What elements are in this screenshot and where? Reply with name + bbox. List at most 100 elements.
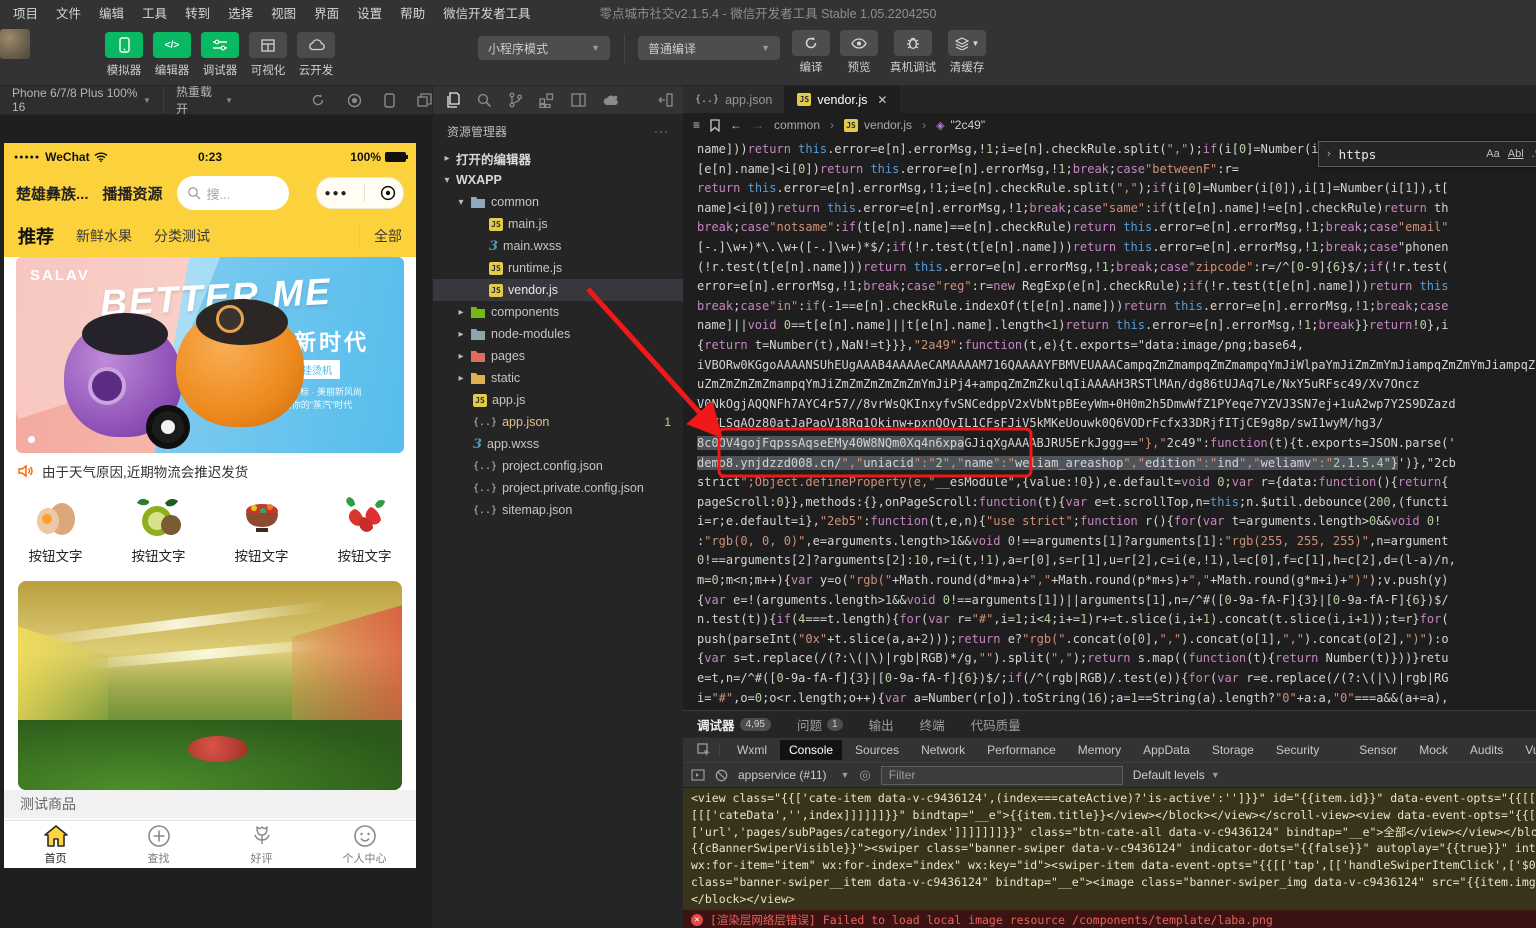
devtools-tab-performance[interactable]: Performance [978, 740, 1065, 760]
tree-item-project-config[interactable]: {..} project.config.json [433, 455, 683, 477]
tab-vendor-js[interactable]: JS vendor.js ✕ [785, 86, 901, 113]
quick-button-3[interactable]: 按钮文字 [210, 495, 313, 575]
devtools-tab-audits[interactable]: Audits [1461, 740, 1512, 760]
panel-tab-output[interactable]: 输出 [869, 715, 894, 734]
devtools-tab-sensor[interactable]: Sensor [1350, 740, 1406, 760]
tree-item-main-js[interactable]: JS main.js [433, 213, 683, 235]
compile-button[interactable]: 编译 [788, 30, 834, 75]
breadcrumb-file[interactable]: JS vendor.js [844, 118, 912, 132]
tabbar-search[interactable]: 查找 [107, 821, 210, 868]
devtools-tab-network[interactable]: Network [912, 740, 974, 760]
user-avatar[interactable] [0, 29, 30, 59]
forward-arrow-icon[interactable]: → [752, 118, 764, 132]
device-frame-icon[interactable] [384, 92, 395, 108]
editor-toggle-button[interactable]: </> 编辑器 [152, 32, 192, 78]
tree-item-node-modules[interactable]: ▸ node-modules [433, 323, 683, 345]
menu-interface[interactable]: 界面 [305, 3, 348, 22]
tabbar-profile[interactable]: 个人中心 [313, 821, 416, 868]
menu-devtools[interactable]: 微信开发者工具 [434, 3, 540, 22]
multi-window-icon[interactable] [417, 93, 432, 107]
menu-help[interactable]: 帮助 [391, 3, 434, 22]
tree-item-components[interactable]: ▸ components [433, 301, 683, 323]
devtools-tab-security[interactable]: Security [1267, 740, 1328, 760]
devtools-tab-memory[interactable]: Memory [1069, 740, 1130, 760]
notice-bar[interactable]: 由于天气原因,近期物流会推迟发货 [4, 453, 416, 489]
tree-item-vendor-js[interactable]: JS vendor.js [433, 279, 683, 301]
mode-dropdown[interactable]: 小程序模式 ▼ [478, 36, 610, 60]
console-filter-input[interactable]: Filter [880, 765, 1123, 785]
menu-tools[interactable]: 工具 [133, 3, 176, 22]
quick-button-4[interactable]: 按钮文字 [313, 495, 416, 575]
execution-context-dropdown[interactable]: appservice (#11) ▼ [738, 768, 849, 782]
close-target-icon[interactable] [380, 185, 396, 201]
clear-cache-button[interactable]: ▼ 清缓存 [944, 30, 990, 75]
inspect-element-icon[interactable] [689, 743, 720, 757]
tree-item-main-wxss[interactable]: 3 main.wxss [433, 235, 683, 257]
explorer-icon[interactable] [445, 92, 460, 108]
outline-icon[interactable]: ≡ [693, 118, 700, 132]
tree-item-app-js[interactable]: JS app.js [433, 389, 683, 411]
banner-swiper[interactable]: SALAV BETTER ME 蒸服新时代 做懂你的挂烫机 魅力新目标 · 美丽… [16, 257, 404, 453]
panel-tab-code-quality[interactable]: 代码质量 [971, 715, 1021, 734]
open-editors-section[interactable]: ▸ 打开的编辑器 [433, 147, 683, 169]
clear-console-icon[interactable] [715, 769, 728, 782]
search-input[interactable]: 搜... [176, 176, 289, 210]
tree-item-app-wxss[interactable]: 3 app.wxss [433, 433, 683, 455]
match-case-icon[interactable]: Aa [1486, 148, 1499, 160]
back-arrow-icon[interactable]: ← [730, 118, 742, 132]
whole-word-icon[interactable]: Abl [1508, 148, 1524, 160]
tree-item-static[interactable]: ▸ static [433, 367, 683, 389]
tab-app-json[interactable]: {..} app.json [683, 86, 786, 113]
devtools-tab-storage[interactable]: Storage [1203, 740, 1263, 760]
search-icon[interactable] [477, 93, 492, 108]
tencent-cloud-icon[interactable] [603, 94, 619, 107]
breadcrumb-symbol[interactable]: ◈ "2c49" [936, 118, 985, 132]
tree-item-pages[interactable]: ▸ pages [433, 345, 683, 367]
console-sidebar-icon[interactable] [691, 769, 705, 781]
workspace-root[interactable]: ▾ WXAPP [433, 169, 683, 191]
code-area[interactable]: name]))return this.error=e[n].errorMsg,!… [683, 137, 1536, 710]
tab-recommend[interactable]: 推荐 [18, 223, 54, 249]
tree-item-common[interactable]: ▾ common [433, 191, 683, 213]
console-output[interactable]: <view class="{{['cate-item data-v-c94361… [683, 788, 1536, 909]
panel-tab-terminal[interactable]: 终端 [920, 715, 945, 734]
devtools-tab-vulnerabilities[interactable]: Vulnerabilities [1516, 740, 1536, 760]
eye-filter-icon[interactable]: ◎ [859, 767, 870, 783]
git-branch-icon[interactable] [509, 92, 522, 108]
tree-item-runtime-js[interactable]: JS runtime.js [433, 257, 683, 279]
cloud-dev-button[interactable]: 云开发 [296, 32, 336, 78]
product-image-card[interactable] [18, 581, 402, 790]
menu-settings[interactable]: 设置 [348, 3, 391, 22]
close-icon[interactable]: ✕ [877, 93, 887, 107]
menu-goto[interactable]: 转到 [176, 3, 219, 22]
more-icon[interactable]: ●●● [324, 188, 348, 199]
menu-edit[interactable]: 编辑 [90, 3, 133, 22]
log-levels-dropdown[interactable]: Default levels ▼ [1133, 768, 1220, 782]
collapse-panel-icon[interactable] [658, 93, 673, 107]
all-categories-button[interactable]: 全部 [359, 226, 402, 246]
find-input[interactable]: https [1339, 147, 1479, 162]
tabbar-favorite[interactable]: 好评 [210, 821, 313, 868]
stop-icon[interactable] [347, 93, 362, 108]
devtools-tab-wxml[interactable]: Wxml [728, 740, 776, 760]
breadcrumb-folder[interactable]: common [774, 118, 820, 132]
extensions-icon[interactable] [539, 92, 554, 108]
debugger-toggle-button[interactable]: 调试器 [200, 32, 240, 78]
tree-item-sitemap-json[interactable]: {..} sitemap.json [433, 499, 683, 521]
tabbar-home[interactable]: 首页 [4, 821, 107, 868]
regex-icon[interactable]: .* [1532, 148, 1536, 160]
device-selector[interactable]: Phone 6/7/8 Plus 100% 16 ▼ [0, 86, 163, 114]
devtools-tab-console[interactable]: Console [780, 740, 843, 760]
quick-button-2[interactable]: 按钮文字 [107, 495, 210, 575]
panel-tab-debugger[interactable]: 调试器 4,95 [697, 715, 771, 734]
tree-item-app-json[interactable]: {..} app.json 1 [433, 411, 683, 433]
visualize-toggle-button[interactable]: 可视化 [248, 32, 288, 78]
rotate-icon[interactable] [311, 93, 325, 107]
split-editor-icon[interactable] [571, 93, 586, 107]
menu-file[interactable]: 文件 [47, 3, 90, 22]
tree-item-project-private-config[interactable]: {..} project.private.config.json [433, 477, 683, 499]
compile-mode-dropdown[interactable]: 普通编译 ▼ [638, 36, 780, 60]
devtools-tab-sources[interactable]: Sources [846, 740, 908, 760]
menu-view[interactable]: 视图 [262, 3, 305, 22]
quick-button-1[interactable]: 按钮文字 [4, 495, 107, 575]
